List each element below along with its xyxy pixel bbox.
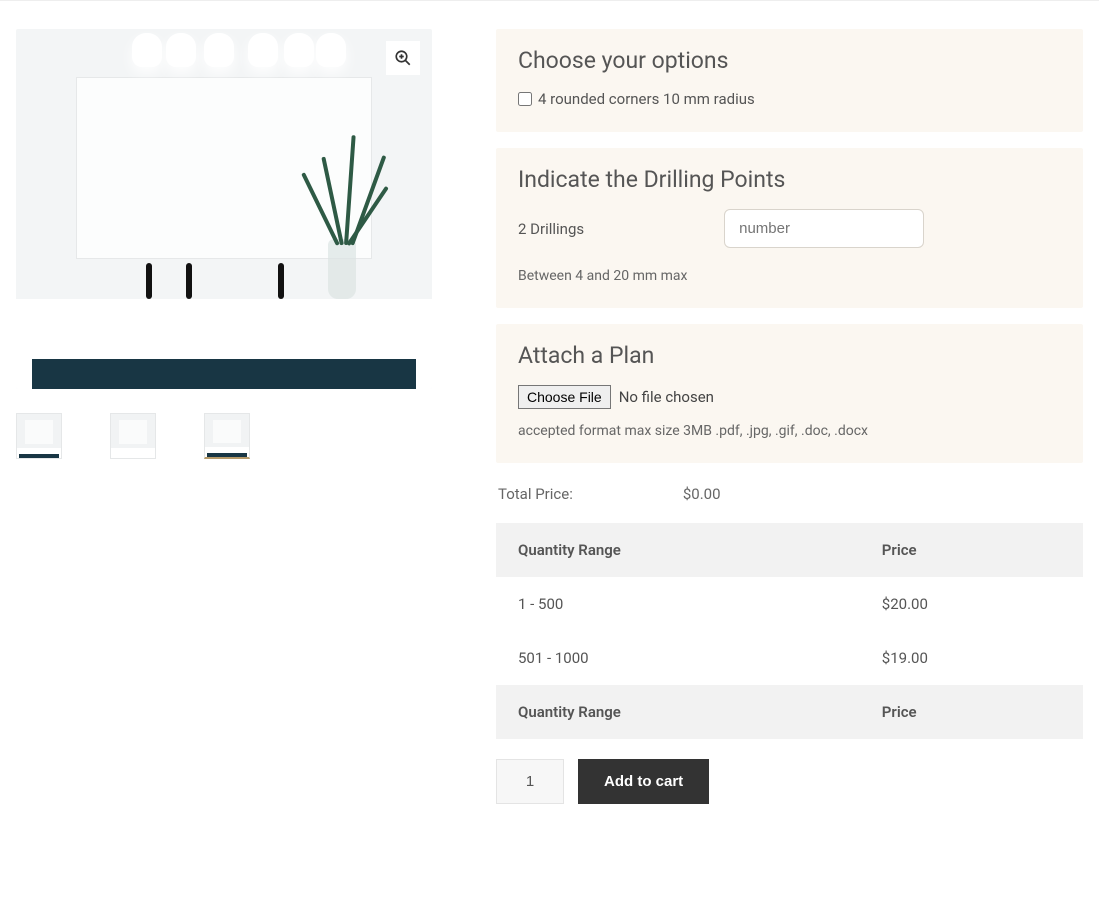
- thumbnail-row: [16, 413, 448, 459]
- plan-panel: Attach a Plan Choose File No file chosen…: [496, 324, 1083, 463]
- rounded-corners-option[interactable]: 4 rounded corners 10 mm radius: [518, 90, 1061, 108]
- pricing-table: Quantity Range Price 1 - 500 $20.00 501 …: [496, 523, 1083, 739]
- rounded-corners-checkbox[interactable]: [518, 92, 532, 106]
- table-row: 1 - 500 $20.00: [496, 577, 1083, 631]
- rounded-corners-label: 4 rounded corners 10 mm radius: [538, 90, 755, 108]
- total-price-value: $0.00: [683, 485, 721, 503]
- options-heading: Choose your options: [518, 47, 1061, 74]
- total-price-row: Total Price: $0.00: [498, 485, 1083, 503]
- pricing-price: $20.00: [860, 577, 1083, 631]
- quantity-input[interactable]: [496, 759, 564, 804]
- zoom-icon[interactable]: [386, 41, 420, 75]
- add-to-cart-button[interactable]: Add to cart: [578, 759, 709, 804]
- file-status-text: No file chosen: [619, 388, 714, 406]
- pricing-price: $19.00: [860, 631, 1083, 685]
- product-gallery: [16, 29, 448, 804]
- choose-file-button[interactable]: Choose File: [518, 385, 611, 409]
- options-panel: Choose your options 4 rounded corners 10…: [496, 29, 1083, 132]
- pricing-range: 501 - 1000: [496, 631, 860, 685]
- product-config: Choose your options 4 rounded corners 10…: [496, 29, 1083, 804]
- drilling-panel: Indicate the Drilling Points 2 Drillings…: [496, 148, 1083, 308]
- drilling-input[interactable]: [724, 209, 924, 248]
- drilling-label: 2 Drillings: [518, 220, 584, 238]
- pricing-range: 1 - 500: [496, 577, 860, 631]
- thumbnail-1[interactable]: [16, 413, 62, 459]
- thumbnail-2[interactable]: [110, 413, 156, 459]
- product-image-scene: [16, 29, 432, 389]
- add-to-cart-row: Add to cart: [496, 759, 1083, 804]
- total-price-label: Total Price:: [498, 485, 573, 503]
- drilling-hint: Between 4 and 20 mm max: [518, 268, 1061, 284]
- plan-heading: Attach a Plan: [518, 342, 1061, 369]
- thumbnail-3[interactable]: [204, 413, 250, 459]
- drilling-heading: Indicate the Drilling Points: [518, 166, 1061, 193]
- table-row: 501 - 1000 $19.00: [496, 631, 1083, 685]
- main-product-image[interactable]: [16, 29, 432, 389]
- plan-hint: accepted format max size 3MB .pdf, .jpg,…: [518, 423, 1061, 439]
- pricing-col-price-foot: Price: [860, 685, 1083, 739]
- pricing-col-qty: Quantity Range: [496, 523, 860, 577]
- pricing-col-price: Price: [860, 523, 1083, 577]
- pricing-col-qty-foot: Quantity Range: [496, 685, 860, 739]
